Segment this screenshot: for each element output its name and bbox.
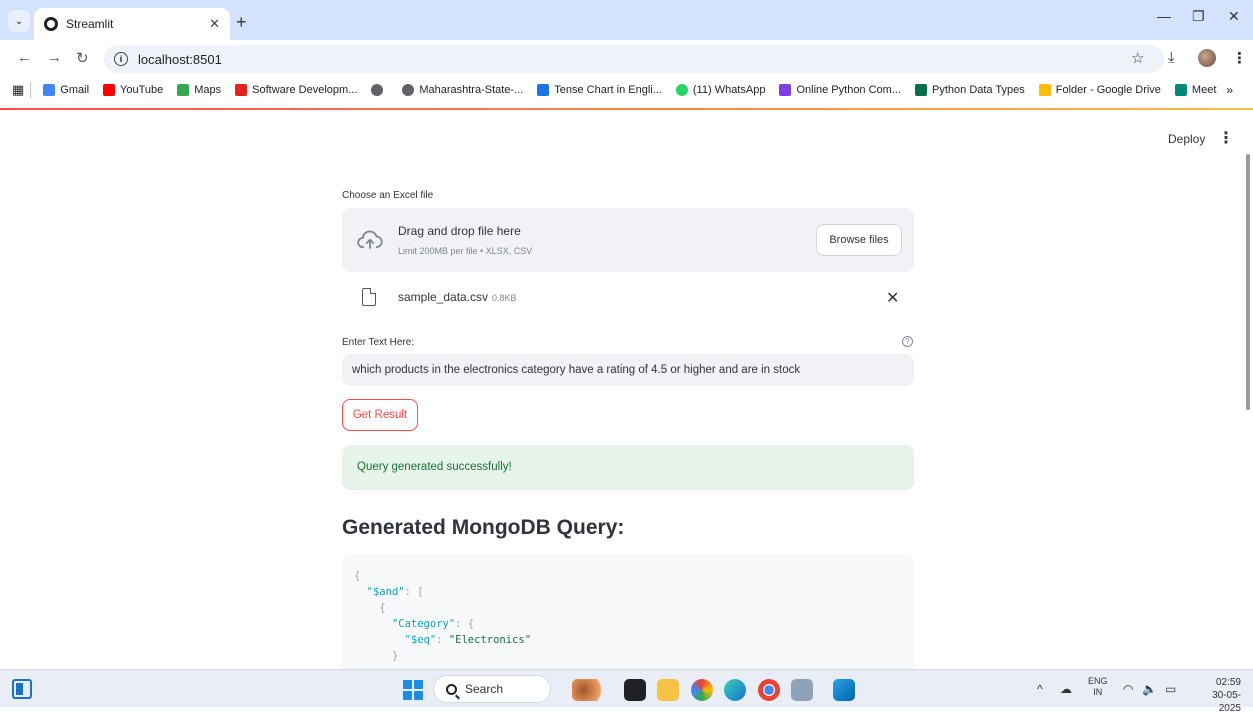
deploy-button[interactable]: Deploy	[1168, 132, 1205, 146]
streamlit-app: Deploy ⋮ Choose an Excel file Drag and d…	[0, 110, 1253, 669]
browser-toolbar: ← → ↻ i localhost:8501 ☆ ⤓ ⋮	[0, 40, 1253, 76]
dropzone-subtitle: Limit 200MB per file • XLSX, CSV	[398, 246, 533, 256]
url-text: localhost:8501	[138, 51, 222, 67]
taskbar-search-label: Search	[465, 682, 504, 696]
text-input-label: Enter Text Here:	[342, 337, 415, 348]
help-tooltip-icon[interactable]: ?	[902, 336, 913, 347]
downloads-icon[interactable]: ⤓	[1168, 49, 1175, 66]
back-icon[interactable]: ←	[17, 49, 32, 66]
clock[interactable]: 02:59 30-05-2025	[1195, 676, 1241, 715]
more-bookmarks-icon[interactable]: »	[1226, 83, 1233, 97]
code-line: "$and": [	[366, 586, 424, 598]
browse-files-button[interactable]: Browse files	[816, 224, 902, 256]
file-explorer-icon[interactable]	[657, 679, 679, 701]
uploaded-file-name: sample_data.csv 0.8KB	[398, 290, 517, 304]
address-bar[interactable]: i localhost:8501	[104, 45, 1164, 73]
bookmark-youtube[interactable]: YouTube	[103, 84, 163, 96]
code-line: }	[391, 650, 399, 662]
uploaded-file-size: 0.8KB	[492, 293, 517, 303]
bookmarks-bar: ▦ Gmail YouTube Maps Software Developm..…	[0, 76, 1253, 104]
globe-icon	[371, 84, 384, 96]
bookmark-star-icon[interactable]: ☆	[1131, 49, 1144, 67]
browser-tab[interactable]: Streamlit ✕	[34, 8, 230, 40]
taskbar-search[interactable]: Search	[433, 675, 551, 703]
recycle-app-icon[interactable]	[791, 679, 813, 701]
uploaded-file-row: sample_data.csv 0.8KB ✕	[342, 284, 914, 312]
bookmark-python-data-types[interactable]: Python Data Types	[915, 84, 1025, 96]
windows-taskbar: Search ^ ☁ ENG IN ◠ 🔈 ▭ 02:59 30-05-2025	[0, 669, 1253, 714]
site-info-icon[interactable]: i	[114, 52, 128, 66]
new-tab-button[interactable]: +	[236, 12, 247, 33]
page-scrollbar[interactable]	[1246, 154, 1250, 410]
bookmark-maps[interactable]: Maps	[177, 84, 221, 96]
vscode-icon[interactable]	[833, 679, 855, 701]
code-line: {	[354, 570, 361, 582]
whatsapp-icon	[675, 84, 688, 96]
bookmark-tense-chart[interactable]: Tense Chart in Engli...	[537, 84, 662, 96]
wifi-icon[interactable]: ◠	[1123, 682, 1133, 696]
edge-icon[interactable]	[724, 679, 746, 701]
copilot-icon[interactable]	[691, 679, 713, 701]
battery-icon[interactable]: ▭	[1165, 682, 1176, 696]
cloud-upload-icon	[357, 230, 383, 249]
success-alert: Query generated successfully!	[342, 445, 914, 490]
windows-start-icon[interactable]	[403, 680, 423, 700]
bookmark-online-python[interactable]: Online Python Com...	[779, 84, 901, 96]
uploader-label: Choose an Excel file	[342, 190, 434, 201]
reload-icon[interactable]: ↻	[76, 49, 89, 67]
query-code-block: { "$and": [ { "Category": { "$eq": "Elec…	[342, 554, 914, 669]
python-p-icon	[779, 84, 792, 96]
minimize-button[interactable]: —	[1157, 8, 1171, 24]
task-view-icon[interactable]	[624, 679, 646, 701]
code-line: "$eq": "Electronics"	[404, 634, 532, 646]
json-code: { "$and": [ { "Category": { "$eq": "Elec…	[354, 568, 914, 664]
w3-icon	[915, 84, 928, 96]
chrome-menu-icon[interactable]: ⋮	[1232, 49, 1247, 67]
volume-icon[interactable]: 🔈	[1142, 682, 1157, 696]
tab-strip: ⌄ Streamlit ✕ + — ❐ ✕	[0, 0, 1253, 40]
profile-avatar[interactable]	[1198, 49, 1216, 67]
get-result-button[interactable]: Get Result	[342, 399, 418, 431]
forward-icon[interactable]: →	[47, 49, 62, 66]
youtube-icon	[103, 84, 116, 96]
tab-search-button[interactable]: ⌄	[8, 10, 30, 32]
remove-file-icon[interactable]: ✕	[886, 288, 899, 308]
dropzone-title: Drag and drop file here	[398, 224, 521, 238]
bookmark-software-development[interactable]: Software Developm...	[235, 84, 357, 96]
query-heading: Generated MongoDB Query:	[342, 516, 625, 539]
google-drive-icon	[1038, 84, 1051, 96]
query-text-input[interactable]	[342, 354, 914, 386]
apps-grid-icon[interactable]: ▦	[12, 82, 24, 98]
close-window-button[interactable]: ✕	[1228, 8, 1240, 25]
bookmarks-divider	[30, 82, 32, 98]
food-promo-icon[interactable]	[572, 679, 610, 701]
onedrive-icon[interactable]: ☁	[1060, 682, 1072, 696]
file-icon	[362, 288, 376, 306]
bookmark-maharashtra-state[interactable]: Maharashtra-State-...	[402, 84, 523, 96]
restore-button[interactable]: ❐	[1192, 8, 1205, 25]
tab-title: Streamlit	[66, 17, 114, 31]
google-icon	[43, 84, 56, 96]
globe-icon	[402, 84, 415, 96]
search-icon	[446, 683, 457, 695]
bookmark-whatsapp[interactable]: (11) WhatsApp	[675, 84, 765, 96]
chrome-icon[interactable]	[758, 679, 780, 701]
bookmark-meet[interactable]: Meet	[1174, 84, 1216, 96]
maps-icon	[177, 84, 190, 96]
show-hidden-icons[interactable]: ^	[1037, 682, 1043, 696]
v-logo-icon	[235, 84, 248, 96]
meet-icon	[1174, 84, 1187, 96]
widgets-icon[interactable]	[12, 679, 32, 699]
streamlit-favicon-icon	[44, 17, 58, 31]
bookmark-google-drive[interactable]: Folder - Google Drive	[1038, 84, 1161, 96]
tab-close-icon[interactable]: ✕	[209, 16, 220, 32]
file-dropzone[interactable]: Drag and drop file here Limit 200MB per …	[342, 208, 914, 272]
main-menu-icon[interactable]: ⋮	[1218, 128, 1234, 148]
code-line: "Category": {	[391, 618, 475, 630]
link-icon	[537, 84, 550, 96]
code-line: {	[379, 602, 386, 614]
language-indicator[interactable]: ENG IN	[1088, 676, 1108, 698]
bookmark-globe[interactable]	[371, 84, 388, 96]
bookmark-gmail[interactable]: Gmail	[43, 84, 89, 96]
